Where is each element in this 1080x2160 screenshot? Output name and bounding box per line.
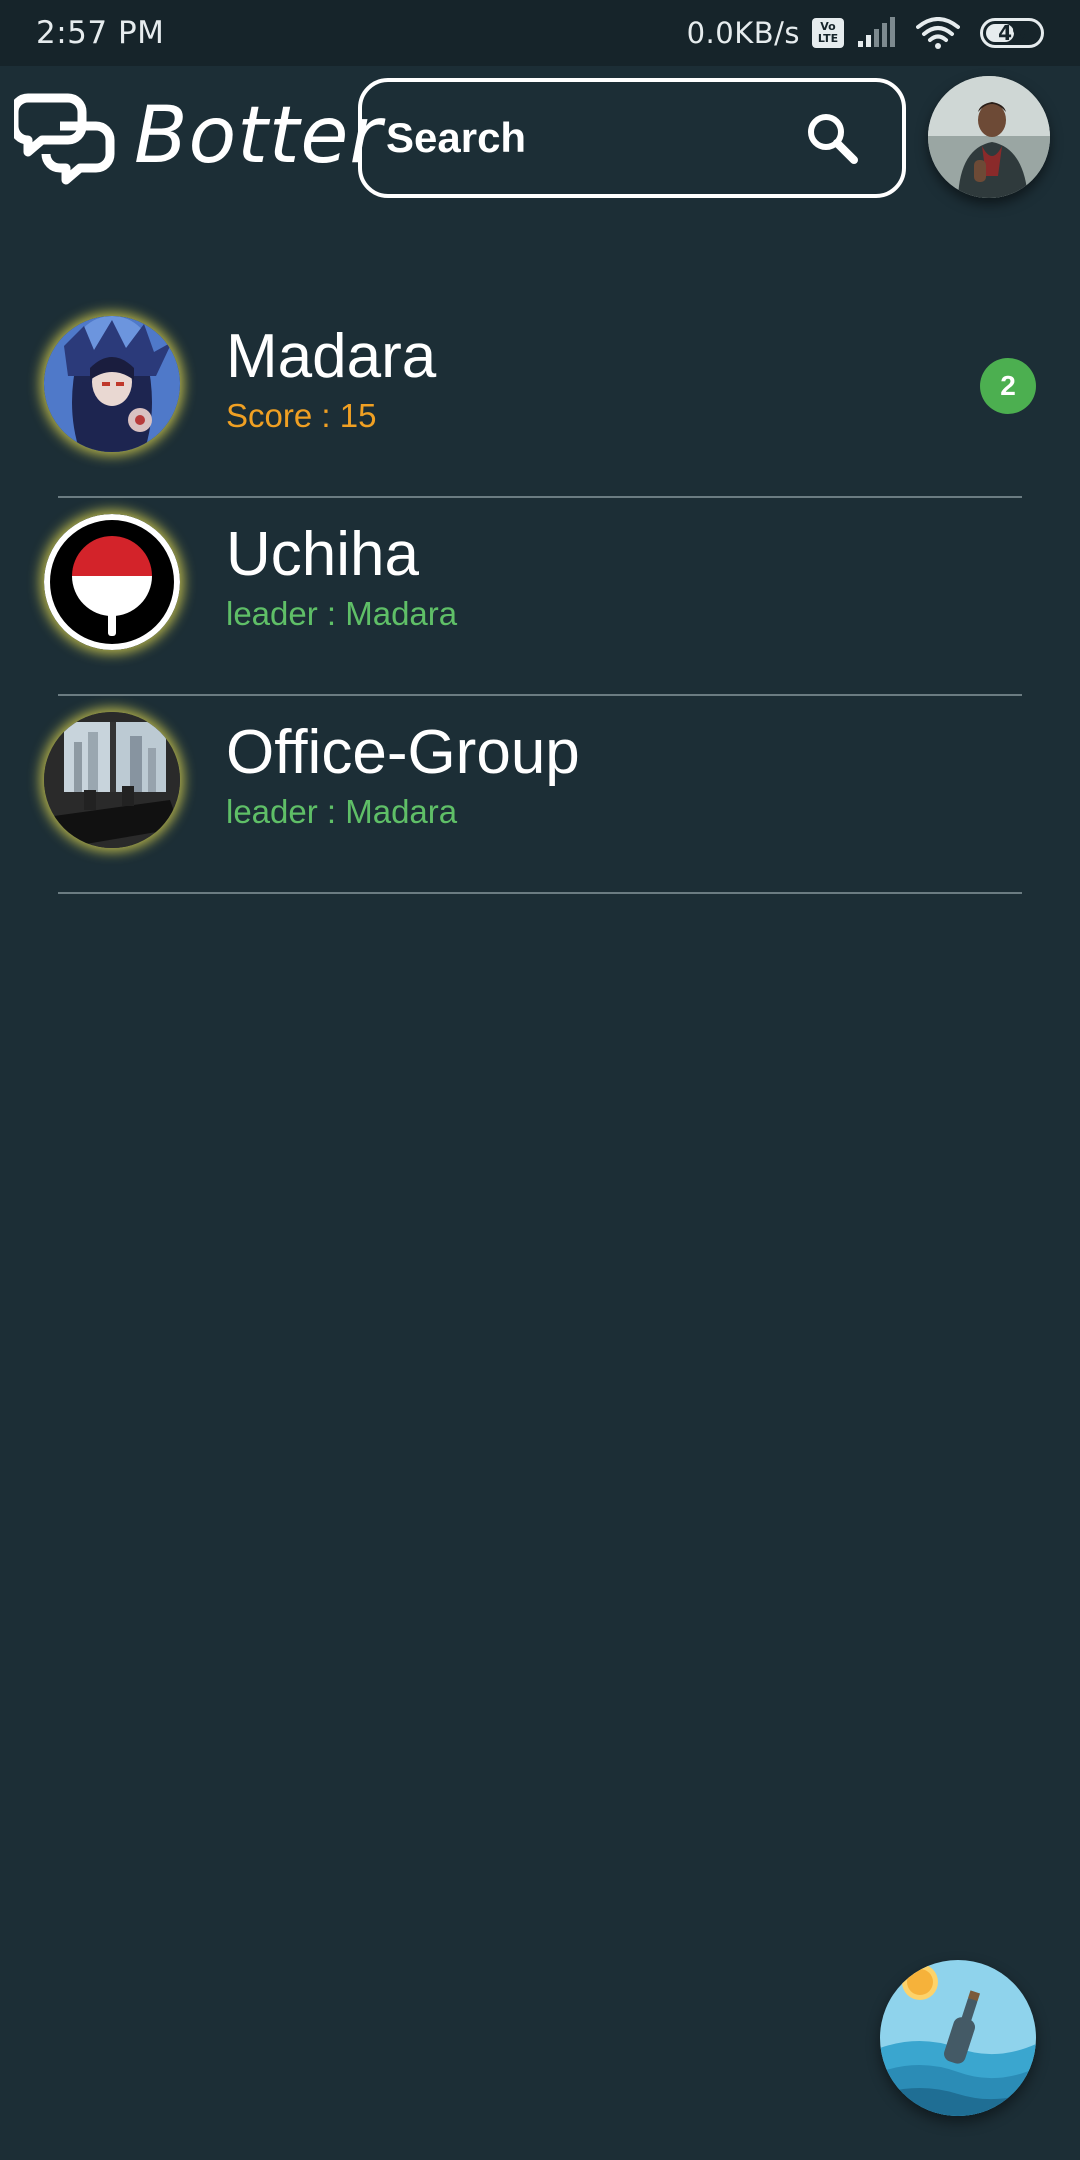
uchiha-crest-icon (44, 514, 180, 650)
madara-avatar-image (44, 316, 180, 452)
profile-avatar[interactable] (928, 76, 1050, 198)
app-header: Botter Search (0, 66, 1080, 216)
chat-list: Madara Score : 15 2 Uchiha leader : Mada… (0, 300, 1080, 894)
new-message-fab[interactable] (880, 1960, 1036, 2116)
office-avatar-image (44, 712, 180, 848)
status-time: 2:57 PM (36, 15, 165, 51)
chat-avatar-uchiha (44, 514, 180, 650)
signal-icon (858, 17, 895, 47)
chat-leader: leader : Madara (226, 595, 458, 632)
logo-icon (14, 93, 115, 185)
chat-name: Office-Group (226, 718, 580, 787)
chat-name: Madara (226, 322, 437, 391)
chat-avatar-madara (44, 316, 180, 452)
status-icons: 0.0KB/s Vo LTE 49 (687, 16, 1044, 50)
chat-leader: leader : Madara (226, 793, 458, 830)
chat-score: Score : 15 (226, 397, 377, 434)
network-speed: 0.0KB/s (686, 16, 800, 50)
wifi-icon (916, 17, 960, 49)
volte-icon: Vo LTE (812, 18, 844, 48)
chat-name: Uchiha (226, 520, 419, 589)
search-input[interactable]: Search (386, 114, 804, 162)
chat-avatar-office-group (44, 712, 180, 848)
battery-icon: 49 (980, 18, 1044, 48)
divider (58, 892, 1022, 894)
chat-item-uchiha[interactable]: Uchiha leader : Madara (0, 498, 1080, 696)
message-in-bottle-icon (880, 1960, 1036, 2116)
volte-bottom-text: LTE (817, 32, 839, 45)
unread-badge: 2 (980, 358, 1036, 414)
app-title: Botter (134, 91, 383, 181)
status-bar: 2:57 PM 0.0KB/s Vo LTE 49 (0, 0, 1080, 66)
chat-item-office-group[interactable]: Office-Group leader : Madara (0, 696, 1080, 894)
search-bar[interactable]: Search (358, 78, 906, 198)
search-icon[interactable] (804, 110, 860, 166)
profile-photo (928, 76, 1050, 198)
battery-level: 49 (998, 21, 1026, 45)
chat-item-madara[interactable]: Madara Score : 15 2 (0, 300, 1080, 498)
